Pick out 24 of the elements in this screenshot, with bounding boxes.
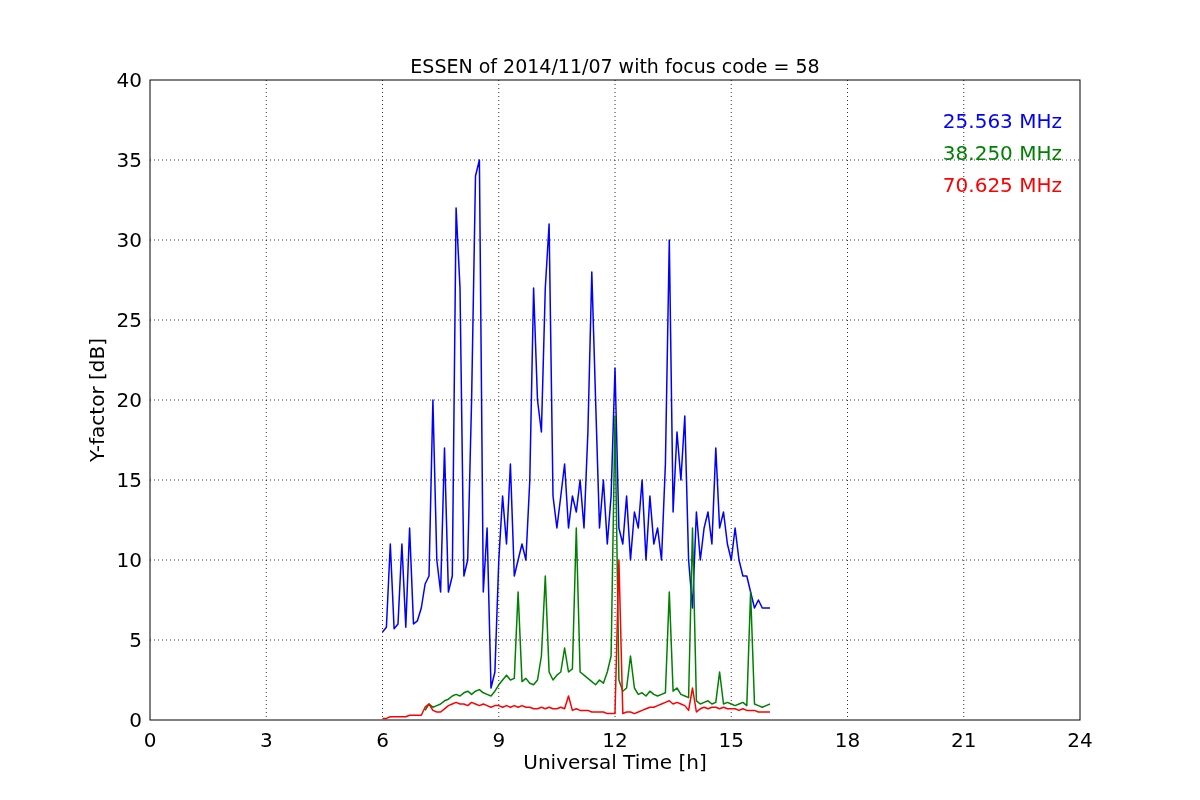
y-tick-label: 20 <box>116 388 142 412</box>
y-axis-label: Y-factor [dB] <box>85 338 109 462</box>
y-tick-label: 25 <box>116 308 142 332</box>
x-tick-label: 0 <box>143 728 157 752</box>
x-tick-label: 24 <box>1067 728 1093 752</box>
y-tick-label: 35 <box>116 148 142 172</box>
x-tick-label: 21 <box>951 728 977 752</box>
y-tick-label: 40 <box>116 68 142 92</box>
y-tick-label: 10 <box>116 548 142 572</box>
legend-label: 70.625 MHz <box>942 173 1062 197</box>
x-tick-label: 12 <box>602 728 628 752</box>
x-axis-label: Universal Time [h] <box>523 750 707 774</box>
x-tick-label: 15 <box>718 728 744 752</box>
y-tick-label: 30 <box>116 228 142 252</box>
y-tick-label: 0 <box>129 708 142 732</box>
legend-label: 38.250 MHz <box>942 141 1062 165</box>
chart-title: ESSEN of 2014/11/07 with focus code = 58 <box>410 55 820 77</box>
x-tick-label: 3 <box>259 728 273 752</box>
x-tick-label: 18 <box>834 728 861 752</box>
y-tick-label: 5 <box>129 628 142 652</box>
legend-label: 25.563 MHz <box>942 109 1062 133</box>
x-tick-label: 6 <box>376 728 389 752</box>
y-tick-label: 15 <box>116 468 142 492</box>
x-tick-label: 9 <box>492 728 506 752</box>
